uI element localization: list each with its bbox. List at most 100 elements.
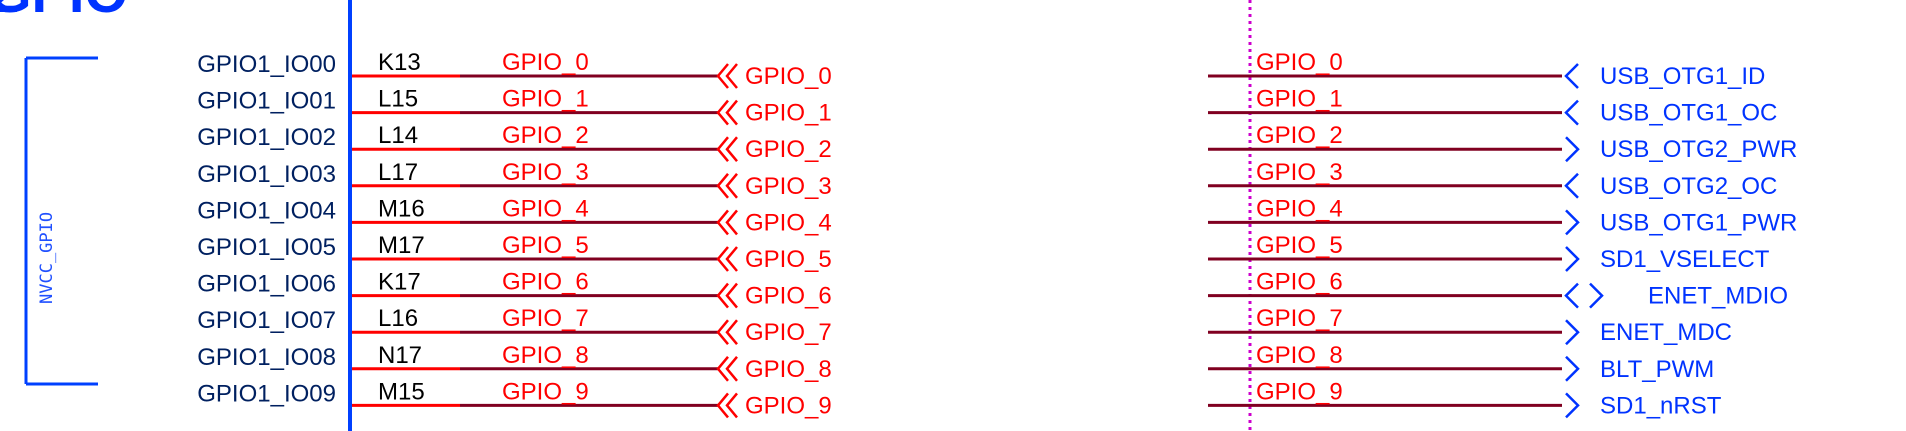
port-arrow	[1565, 136, 1580, 163]
port-arrow	[1565, 355, 1580, 382]
net-label: GPIO_9	[1256, 378, 1343, 405]
ball-number: L16	[378, 305, 418, 332]
net-row: GPIO_2 USB_OTG2_PWR	[1208, 122, 1797, 163]
port-arrow	[1564, 172, 1579, 199]
port-arrow	[1564, 63, 1579, 89]
port-arrow	[1565, 246, 1580, 272]
port-label: GPIO_2	[745, 136, 832, 163]
net-label: GPIO_7	[502, 305, 589, 332]
port-label: GPIO_5	[745, 246, 832, 273]
net-row: GPIO_5 SD1_VSELECT	[1208, 232, 1770, 273]
pin-row: GPIO1_IO09 M15 GPIO_9 GPIO_9	[197, 378, 831, 419]
port-label: ENET_MDIO	[1648, 283, 1788, 310]
net-label: GPIO_1	[502, 86, 589, 113]
ball-number: L14	[378, 122, 418, 149]
net-label: GPIO_6	[1256, 269, 1343, 296]
net-label: GPIO_0	[1256, 49, 1343, 76]
net-label: GPIO_0	[502, 49, 589, 76]
net-label: GPIO_2	[1256, 122, 1343, 149]
port-arrow	[1564, 282, 1604, 309]
net-row: GPIO_7 ENET_MDC	[1208, 305, 1732, 346]
net-label: GPIO_3	[502, 159, 589, 186]
pin-row: GPIO1_IO06 K17 GPIO_6 GPIO_6	[197, 269, 831, 310]
port-label: GPIO_8	[745, 356, 832, 383]
pin-name: GPIO1_IO02	[197, 124, 336, 151]
pin-row: GPIO1_IO03 L17 GPIO_3 GPIO_3	[197, 159, 831, 200]
pin-name: GPIO1_IO04	[197, 197, 336, 224]
pin-name: GPIO1_IO08	[197, 344, 336, 371]
gpio-schematic: GPIO 2 NVCC_GPIO GPIO1_IO00K13GPIO_0GPIO…	[0, 0, 1797, 431]
ball-number: K17	[378, 269, 421, 296]
pin-name: GPIO1_IO00	[197, 51, 336, 78]
net-label: GPIO_4	[502, 195, 589, 222]
pin-name: GPIO1_IO07	[197, 307, 336, 334]
net-row: GPIO_9 SD1_nRST	[1208, 378, 1722, 419]
port-label: USB_OTG1_OC	[1600, 100, 1777, 127]
port-arrow	[716, 282, 738, 309]
net-label: GPIO_2	[502, 122, 589, 149]
ball-number: K13	[378, 49, 421, 76]
net-row: GPIO_1 USB_OTG1_OC	[1208, 86, 1777, 127]
pin-name: GPIO1_IO01	[197, 88, 336, 115]
port-arrow	[1565, 209, 1580, 236]
pin-row: GPIO1_IO02 L14 GPIO_2 GPIO_2	[197, 122, 831, 163]
port-arrow	[1565, 319, 1580, 346]
net-label: GPIO_5	[1256, 232, 1343, 259]
port-label: GPIO_9	[745, 392, 832, 419]
ball-number: M15	[378, 378, 425, 405]
port-arrow	[716, 319, 738, 346]
port-arrow	[716, 246, 738, 272]
port-label: GPIO_3	[745, 173, 832, 200]
ball-number: N17	[378, 342, 422, 369]
net-label: GPIO_3	[1256, 159, 1343, 186]
port-label: USB_OTG1_PWR	[1600, 209, 1797, 236]
pin-name: GPIO1_IO05	[197, 234, 336, 261]
port-arrow	[716, 392, 738, 419]
pin-row: GPIO1_IO01 L15 GPIO_1 GPIO_1	[197, 86, 831, 127]
ball-number: M17	[378, 232, 425, 259]
pin-name: GPIO1_IO06	[197, 271, 336, 298]
port-label: GPIO_0	[745, 63, 832, 90]
port-label: BLT_PWM	[1600, 356, 1714, 383]
pin-row: GPIO1_IO05 M17 GPIO_5 GPIO_5	[197, 232, 831, 273]
port-label: SD1_nRST	[1600, 392, 1722, 419]
port-label: USB_OTG2_PWR	[1600, 136, 1797, 163]
net-label: GPIO_4	[1256, 195, 1343, 222]
net-label: GPIO_7	[1256, 305, 1343, 332]
port-label: GPIO_7	[745, 319, 832, 346]
port-label: ENET_MDC	[1600, 319, 1732, 346]
port-arrow	[716, 172, 738, 199]
port-arrow	[716, 99, 738, 126]
port-label: USB_OTG1_ID	[1600, 63, 1765, 90]
pin-rows: GPIO1_IO00 K13 GPIO_0GPIO_0GPIO1_IO01 L15 GP…	[197, 49, 831, 419]
port-label: GPIO_4	[745, 209, 832, 236]
net-label: GPIO_8	[1256, 342, 1343, 369]
pin-row: GPIO1_IO04 M16 GPIO_4 GPIO_4	[197, 195, 831, 236]
port-label: SD1_VSELECT	[1600, 246, 1770, 273]
net-label: GPIO_5	[502, 232, 589, 259]
port-arrow	[1564, 99, 1579, 126]
pin-name: GPIO1_IO03	[197, 161, 336, 188]
pin-row: GPIO1_IO00 K13 GPIO_0 GPIO_0	[197, 49, 831, 90]
net-label: GPIO_8	[502, 342, 589, 369]
pin-row: GPIO1_IO08 N17 GPIO_8 GPIO_8	[197, 342, 831, 383]
port-arrow	[1565, 392, 1580, 419]
net-row: GPIO_8 BLT_PWM	[1208, 342, 1714, 383]
power-rail-label: NVCC_GPIO	[37, 212, 57, 304]
port-arrow	[716, 355, 738, 382]
net-label: GPIO_6	[502, 269, 589, 296]
port-arrow	[716, 209, 738, 236]
net-label: GPIO_1	[1256, 86, 1343, 113]
port-arrow	[716, 63, 738, 89]
pin-row: GPIO1_IO07 L16 GPIO_7 GPIO_7	[197, 305, 831, 346]
ball-number: L17	[378, 159, 418, 186]
ball-number: M16	[378, 195, 425, 222]
port-label: GPIO_1	[745, 100, 832, 127]
net-label: GPIO_9	[502, 378, 589, 405]
net-row: GPIO_3 USB_OTG2_OC	[1208, 159, 1777, 200]
net-row: GPIO_0 USB_OTG1_ID	[1208, 49, 1765, 90]
net-row: GPIO_4 USB_OTG1_PWR	[1208, 195, 1797, 236]
port-label: USB_OTG2_OC	[1600, 173, 1777, 200]
port-arrow	[716, 136, 738, 163]
pin-name: GPIO1_IO09	[197, 380, 336, 407]
